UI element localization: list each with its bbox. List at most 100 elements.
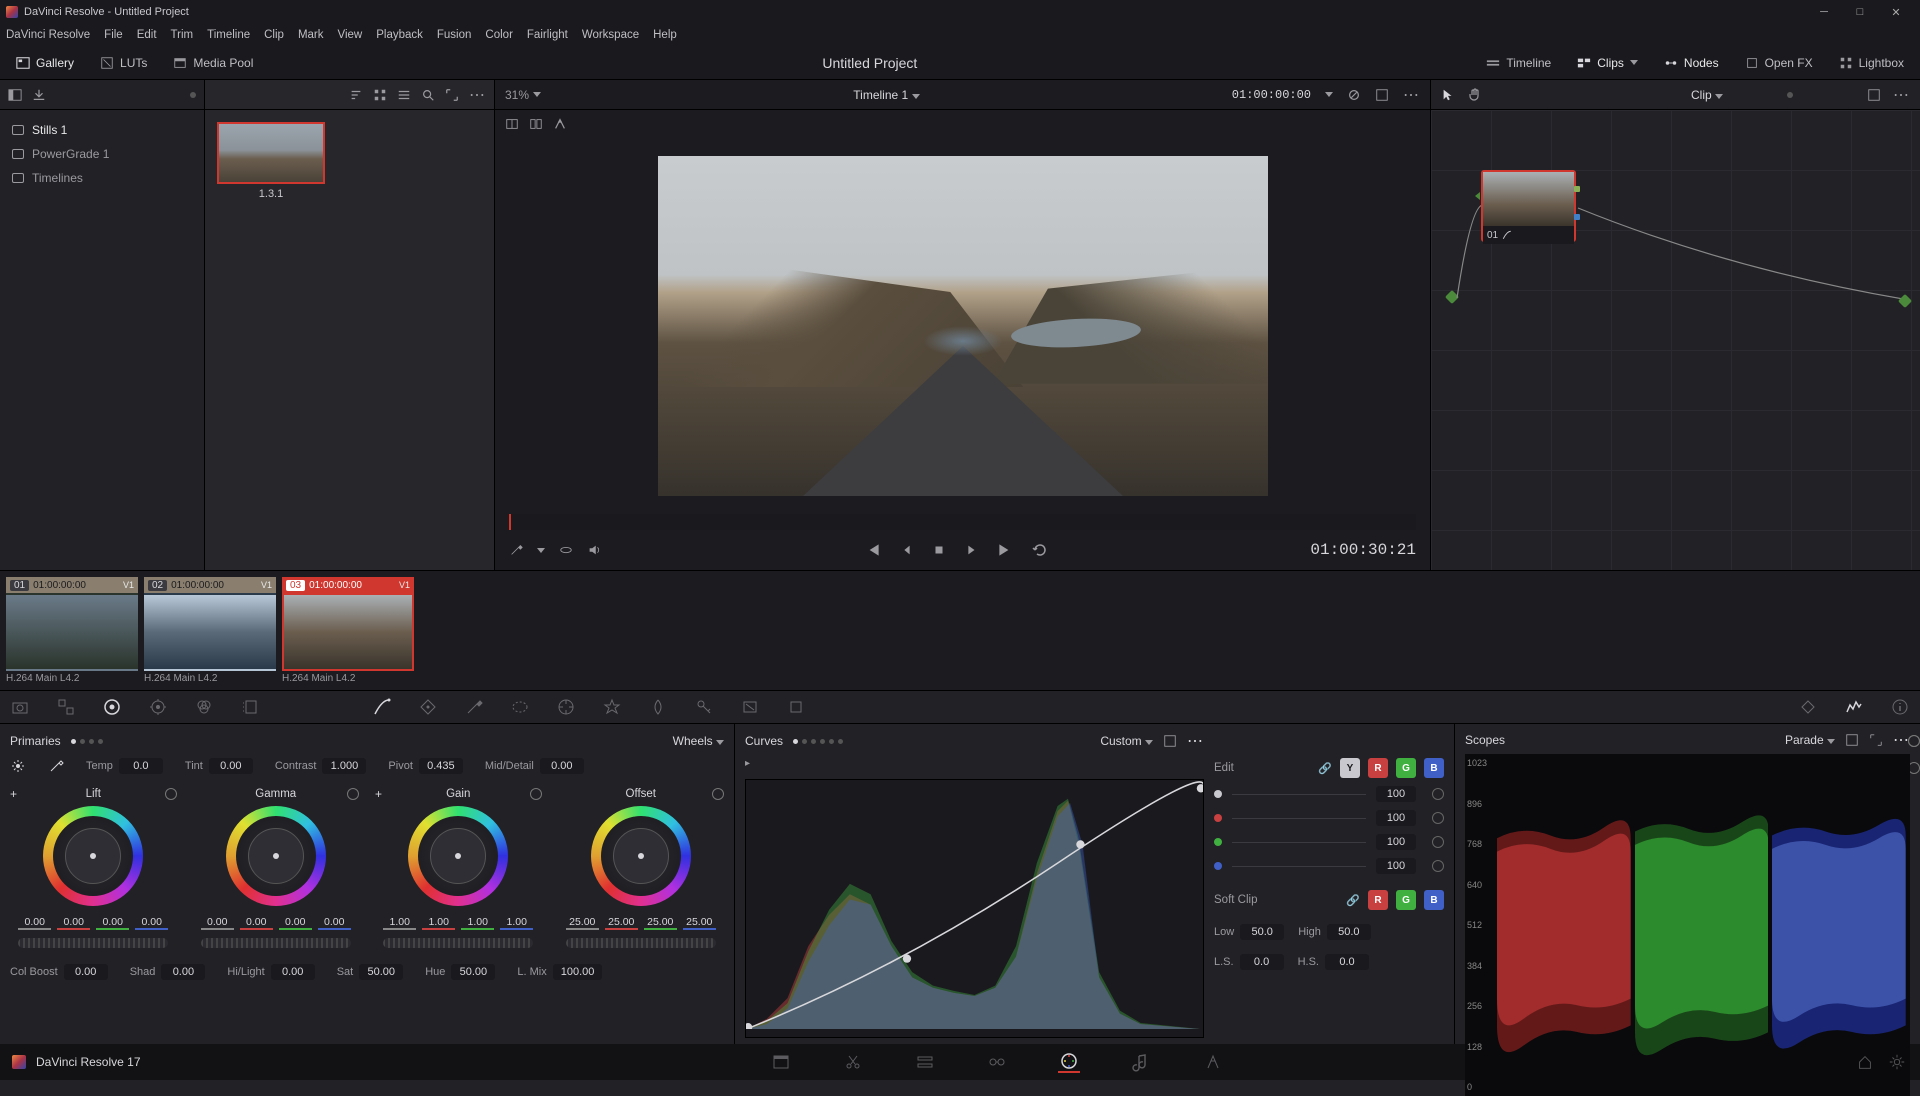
tab-clips[interactable]: Clips — [1569, 52, 1646, 74]
pal-camera-raw[interactable] — [10, 697, 30, 717]
pivot-input[interactable]: Pivot0.435 — [388, 758, 462, 774]
bypass-icon[interactable] — [1347, 88, 1361, 102]
pal-scopes[interactable] — [1844, 697, 1864, 717]
maximize-button[interactable]: □ — [1842, 0, 1878, 24]
pal-hdr[interactable] — [148, 697, 168, 717]
offset-reset[interactable] — [712, 788, 724, 800]
page-deliver[interactable] — [1202, 1051, 1224, 1073]
menu-fairlight[interactable]: Fairlight — [527, 29, 568, 41]
menu-view[interactable]: View — [338, 29, 363, 41]
softclip-high[interactable]: High50.0 — [1298, 924, 1371, 940]
pal-qualifier[interactable] — [464, 697, 484, 717]
pal-3d[interactable] — [786, 697, 806, 717]
page-fusion[interactable] — [986, 1051, 1008, 1073]
offset-wheel[interactable]: Offset 25.0025.0025.0025.00 — [558, 788, 725, 948]
lift-reset[interactable] — [165, 788, 177, 800]
menu-timeline[interactable]: Timeline — [207, 29, 250, 41]
page-media[interactable] — [770, 1051, 792, 1073]
lift-wheel[interactable]: +Lift 0.000.000.000.00 — [10, 788, 177, 948]
image-wipe-icon[interactable] — [505, 117, 519, 131]
intensity-b[interactable]: 100 — [1214, 858, 1444, 874]
page-cut[interactable] — [842, 1051, 864, 1073]
chan-b-button[interactable]: B — [1424, 758, 1444, 778]
qualifier-picker-icon[interactable] — [509, 543, 523, 557]
gain-picker-icon[interactable]: + — [375, 787, 382, 801]
sidebar-item-stills[interactable]: Stills 1 — [0, 118, 204, 142]
still-thumb[interactable]: 1.3.1 — [217, 122, 325, 200]
picker-dropdown[interactable] — [537, 548, 545, 553]
gamma-reset[interactable] — [347, 788, 359, 800]
scopes-mode[interactable]: Parade — [1785, 733, 1835, 747]
chan-g-button[interactable]: G — [1396, 758, 1416, 778]
menu-file[interactable]: File — [104, 29, 123, 41]
sc-b-button[interactable]: B — [1424, 890, 1444, 910]
menu-fusion[interactable]: Fusion — [437, 29, 472, 41]
softclip-ls[interactable]: L.S.0.0 — [1214, 954, 1284, 970]
contrast-input[interactable]: Contrast1.000 — [275, 758, 367, 774]
hue-input[interactable]: Hue50.00 — [425, 964, 495, 980]
sort-icon[interactable] — [349, 88, 363, 102]
tab-gallery[interactable]: Gallery — [8, 52, 82, 74]
menu-trim[interactable]: Trim — [171, 29, 194, 41]
chan-r-button[interactable]: R — [1368, 758, 1388, 778]
settings-button[interactable] — [1886, 1051, 1908, 1073]
page-fairlight[interactable] — [1130, 1051, 1152, 1073]
curve-toggle-icon[interactable]: ▸ — [745, 758, 1204, 769]
menu-playback[interactable]: Playback — [376, 29, 423, 41]
sat-input[interactable]: Sat50.00 — [337, 964, 404, 980]
loop-icon[interactable] — [1032, 542, 1048, 558]
hilight-input[interactable]: Hi/Light0.00 — [227, 964, 314, 980]
pal-primaries[interactable] — [102, 697, 122, 717]
lmix-input[interactable]: L. Mix100.00 — [517, 964, 602, 980]
page-color[interactable] — [1058, 1051, 1080, 1073]
menu-help[interactable]: Help — [653, 29, 677, 41]
sc-g-button[interactable]: G — [1396, 890, 1416, 910]
curve-expand-icon[interactable] — [1163, 734, 1177, 748]
viewer-more-icon[interactable]: ⋯ — [1403, 85, 1420, 105]
sidebar-item-timelines[interactable]: Timelines — [0, 166, 204, 190]
minimize-button[interactable]: ─ — [1806, 0, 1842, 24]
timeline-name[interactable]: Timeline 1 — [853, 88, 919, 102]
menu-resolve[interactable]: DaVinci Resolve — [6, 29, 90, 41]
tint-input[interactable]: Tint0.00 — [185, 758, 253, 774]
lift-jog[interactable] — [18, 938, 168, 948]
node-graph[interactable]: 01 — [1431, 110, 1920, 570]
lift-picker-icon[interactable]: + — [10, 787, 17, 801]
gain-wheel[interactable]: +Gain 1.001.001.001.00 — [375, 788, 542, 948]
clip-thumb-02[interactable]: 0201:00:00:00V1 H.264 Main L4.2 — [144, 577, 276, 684]
panel-toggle-icon[interactable] — [8, 88, 22, 102]
tab-nodes[interactable]: Nodes — [1656, 52, 1727, 74]
gain-jog[interactable] — [383, 938, 533, 948]
menu-edit[interactable]: Edit — [137, 29, 157, 41]
page-edit[interactable] — [914, 1051, 936, 1073]
grid-view-icon[interactable] — [373, 88, 387, 102]
clip-thumb-01[interactable]: 0101:00:00:00V1 H.264 Main L4.2 — [6, 577, 138, 684]
pal-tracker[interactable] — [556, 697, 576, 717]
scope-layout-icon[interactable] — [1845, 733, 1859, 747]
gain-reset[interactable] — [530, 788, 542, 800]
home-button[interactable] — [1854, 1051, 1876, 1073]
pal-warper[interactable] — [418, 697, 438, 717]
node-input[interactable] — [1445, 290, 1459, 304]
pal-keyframes[interactable] — [1798, 697, 1818, 717]
node-01[interactable]: 01 — [1481, 170, 1576, 242]
softclip-low[interactable]: Low50.0 — [1214, 924, 1284, 940]
node-expand-icon[interactable] — [1867, 88, 1881, 102]
intensity-r[interactable]: 100 — [1214, 810, 1444, 826]
scope-expand-icon[interactable] — [1869, 733, 1883, 747]
pal-motion[interactable] — [240, 697, 260, 717]
curve-editor[interactable] — [745, 779, 1204, 1038]
menu-color[interactable]: Color — [485, 29, 512, 41]
pal-info[interactable] — [1890, 697, 1910, 717]
pal-sizing[interactable] — [740, 697, 760, 717]
grab-still-icon[interactable] — [32, 88, 46, 102]
curves-more-icon[interactable]: ⋯ — [1187, 731, 1204, 751]
sc-r-button[interactable]: R — [1368, 890, 1388, 910]
auto-balance-icon[interactable] — [10, 758, 26, 774]
gamma-wheel[interactable]: Gamma 0.000.000.000.00 — [193, 788, 360, 948]
pal-key[interactable] — [694, 697, 714, 717]
node-output[interactable] — [1898, 294, 1912, 308]
record-tc[interactable]: 01:00:00:00 — [1232, 88, 1311, 102]
softclip-link-icon[interactable]: 🔗 — [1346, 894, 1360, 907]
primaries-mode[interactable]: Wheels — [673, 734, 724, 748]
